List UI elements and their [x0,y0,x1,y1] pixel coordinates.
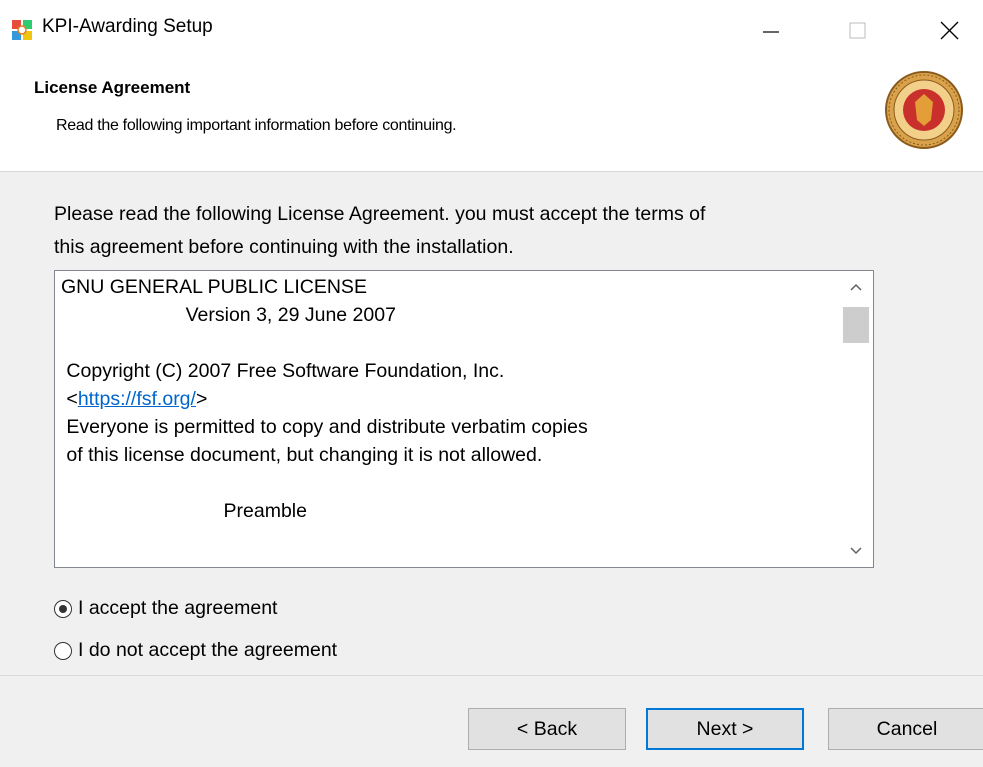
link-bracket-close: > [195,388,208,410]
radio-dot [58,604,67,613]
maximize-icon [849,22,866,39]
wizard-header: License Agreement Read the following imp… [0,62,983,172]
license-textbox[interactable]: GNU GENERAL PUBLIC LICENSE Version 3, 29… [54,270,874,568]
decline-radio[interactable]: I do not accept the agreement [54,639,414,666]
scroll-down-button[interactable] [839,533,873,567]
license-line: GNU GENERAL PUBLIC LICENSE [61,276,367,298]
page-title: License Agreement [34,78,191,97]
close-icon [940,21,959,40]
chevron-down-icon [850,547,862,555]
license-line: of this license document, but changing i… [61,444,543,466]
accept-label: I accept the agreement [78,597,278,619]
window-title: KPI-Awarding Setup [42,16,213,37]
license-line: ​ [61,329,831,357]
license-line: ​ [61,469,831,497]
fsf-link[interactable]: https://fsf.org/ [78,388,196,410]
license-scrollbar[interactable] [839,271,873,567]
decline-label: I do not accept the agreement [78,639,338,661]
close-button[interactable] [920,0,980,62]
intro-line-1: Please read the following License Agreem… [54,203,706,225]
cancel-button[interactable]: Cancel [828,708,983,750]
page-subtitle: Read the following important information… [56,117,457,134]
minimize-icon [763,31,779,33]
next-button[interactable]: Next > [646,708,804,750]
setup-window: KPI-Awarding Setup License Agreement Rea… [0,0,983,767]
radio-selected-icon [54,600,72,618]
maximize-button[interactable] [830,0,890,62]
license-link-line: <https://fsf.org/> [61,385,831,413]
kpi-seal-logo [885,71,963,149]
wizard-footer: < Back Next > Cancel [0,676,983,767]
intro-line-2: this agreement before continuing with th… [54,236,514,258]
license-line: Preamble [61,500,307,522]
license-line: Copyright (C) 2007 Free Software Foundat… [61,360,505,382]
wizard-content: Please read the following License Agreem… [0,172,983,675]
back-button[interactable]: < Back [468,708,626,750]
license-line: Version 3, 29 June 2007 [61,304,396,326]
installer-app-icon [12,20,32,40]
title-bar: KPI-Awarding Setup [0,0,983,62]
radio-unselected-icon [54,642,72,660]
scrollbar-thumb[interactable] [843,307,869,343]
license-text: GNU GENERAL PUBLIC LICENSE Version 3, 29… [61,273,831,525]
accept-radio[interactable]: I accept the agreement [54,597,374,624]
minimize-button[interactable] [738,0,798,62]
link-bracket-open: < [61,388,78,410]
scroll-up-button[interactable] [839,271,873,305]
license-line: Everyone is permitted to copy and distri… [61,416,588,438]
intro-text: Please read the following License Agreem… [54,198,874,264]
chevron-up-icon [850,283,862,291]
